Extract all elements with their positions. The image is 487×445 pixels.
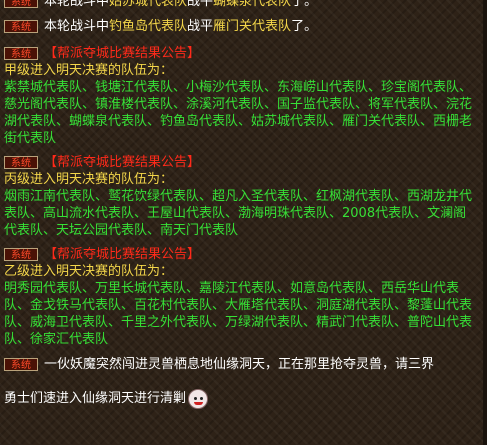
announcement-header: 【帮派夺城比赛结果公告】 xyxy=(44,247,201,262)
team-list[interactable]: 明秀园代表队、万里长城代表队、嘉陵江代表队、如意岛代表队、西岳华山代表队、金戈铁… xyxy=(4,280,479,348)
system-tag: 系统 xyxy=(4,248,38,261)
event-text: 勇士们速进入仙缘洞天进行清剿 xyxy=(4,391,187,406)
team-name[interactable]: 姑苏城代表队 xyxy=(109,0,187,9)
team-name[interactable]: 钓鱼岛代表队 xyxy=(109,19,187,34)
event-text: 一伙妖魔突然闯进灵兽栖息地仙缘洞天，正在那里抢夺灵兽，请三界 xyxy=(44,357,435,372)
team-name[interactable]: 雁门关代表队 xyxy=(213,19,291,34)
chat-scrollbar[interactable] xyxy=(483,0,487,445)
announcement-header: 【帮派夺城比赛结果公告】 xyxy=(44,46,201,61)
system-tag: 系统 xyxy=(4,20,38,33)
system-tag: 系统 xyxy=(4,47,38,60)
announcement-intro: 乙级进入明天决赛的队伍为： xyxy=(4,264,174,279)
announcement-a: 系统 【帮派夺城比赛结果公告】 甲级进入明天决赛的队伍为： 紫禁城代表队、钱塘江代… xyxy=(4,45,479,147)
announcement-intro: 甲级进入明天决赛的队伍为： xyxy=(4,63,174,78)
chat-message: 系统 本轮战斗中钓鱼岛代表队战平雁门关代表队了。 xyxy=(4,18,479,35)
message-text: 本轮战斗中 xyxy=(44,19,110,34)
message-text: 战平 xyxy=(187,0,214,9)
message-text: 了。 xyxy=(291,19,318,34)
system-tag: 系统 xyxy=(4,0,38,8)
message-text: 本轮战斗中 xyxy=(44,0,110,9)
message-text: 了。 xyxy=(291,0,318,9)
chat-message: 系统 本轮战斗中姑苏城代表队战平蝴蝶泉代表队了。 xyxy=(4,0,479,10)
system-tag: 系统 xyxy=(4,358,38,371)
event-message: 系统 一伙妖魔突然闯进灵兽栖息地仙缘洞天，正在那里抢夺灵兽，请三界 勇士们速进入仙… xyxy=(4,354,479,410)
announcement-b: 系统 【帮派夺城比赛结果公告】 乙级进入明天决赛的队伍为： 明秀园代表队、万里长城… xyxy=(4,246,479,348)
team-name[interactable]: 蝴蝶泉代表队 xyxy=(213,0,291,9)
announcement-c: 系统 【帮派夺城比赛结果公告】 丙级进入明天决赛的队伍为： 烟雨江南代表队、鹫花饮… xyxy=(4,154,479,239)
message-text: 战平 xyxy=(187,19,214,34)
announcement-intro: 丙级进入明天决赛的队伍为： xyxy=(4,172,174,187)
team-list[interactable]: 烟雨江南代表队、鹫花饮绿代表队、超凡入圣代表队、红枫湖代表队、西湖龙井代表队、高… xyxy=(4,188,479,239)
chat-log: 系统 本轮战斗中姑苏城代表队战平蝴蝶泉代表队了。 系统 本轮战斗中钓鱼岛代表队战平雁… xyxy=(4,0,479,445)
face-emoticon-icon xyxy=(188,388,209,409)
team-list[interactable]: 紫禁城代表队、钱塘江代表队、小梅沙代表队、东海崂山代表队、珍宝阁代表队、慈光阁代… xyxy=(4,79,479,147)
system-tag: 系统 xyxy=(4,156,38,169)
announcement-header: 【帮派夺城比赛结果公告】 xyxy=(44,155,201,170)
